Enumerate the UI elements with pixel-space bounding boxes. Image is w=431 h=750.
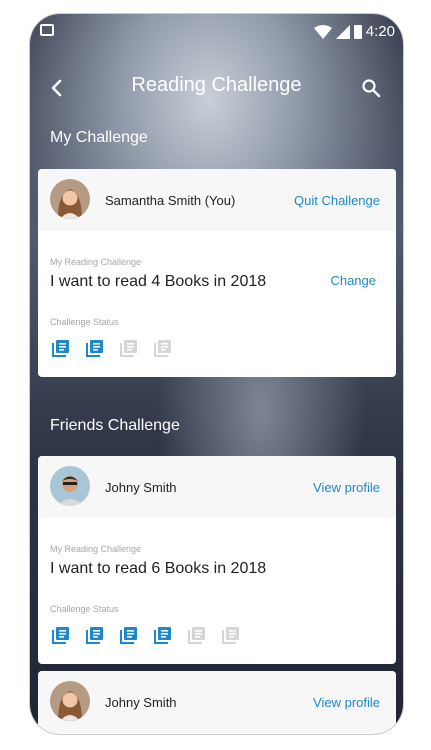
app-bar: Reading Challenge — [30, 72, 403, 112]
quit-challenge-button[interactable]: Quit Challenge — [294, 193, 380, 208]
change-button[interactable]: Change — [330, 273, 376, 288]
book-read-icon — [154, 627, 171, 644]
challenge-status-books — [52, 339, 172, 357]
goal-text: I want to read 4 Books in 2018 — [50, 273, 267, 290]
goal-text: I want to read 6 Books in 2018 — [50, 560, 267, 577]
book-read-icon — [52, 340, 69, 357]
friend-name: Johny Smith — [105, 695, 177, 710]
goal-caption: My Reading Challenge — [50, 257, 142, 267]
view-profile-button[interactable]: View profile — [313, 480, 380, 495]
status-bar: 4:20 — [30, 14, 403, 52]
card-header: Samantha Smith (You) Quit Challenge — [38, 169, 396, 231]
book-read-icon — [52, 627, 69, 644]
book-unread-icon — [120, 340, 137, 357]
book-unread-icon — [222, 627, 239, 644]
status-caption: Challenge Status — [50, 604, 119, 614]
challenge-status-books — [52, 626, 240, 644]
book-unread-icon — [154, 340, 171, 357]
book-read-icon — [86, 627, 103, 644]
goal-caption: My Reading Challenge — [50, 544, 142, 554]
battery-icon — [353, 24, 362, 39]
card-header: Johny Smith View profile — [38, 456, 396, 518]
avatar[interactable] — [50, 179, 90, 219]
friend-name: Johny Smith — [105, 480, 177, 495]
search-icon[interactable] — [361, 78, 381, 98]
signal-icon — [335, 24, 350, 39]
user-name: Samantha Smith (You) — [105, 193, 236, 208]
avatar[interactable] — [50, 466, 90, 506]
card-header: Johny Smith View profile — [38, 671, 396, 733]
book-read-icon — [86, 340, 103, 357]
phone-screen: 4:20 Reading Challenge My Challenge Sama… — [30, 14, 403, 734]
page-title: Reading Challenge — [131, 74, 302, 96]
book-unread-icon — [188, 627, 205, 644]
my-challenge-card: Samantha Smith (You) Quit Challenge My R… — [38, 169, 396, 377]
wifi-icon — [313, 24, 332, 39]
avatar[interactable] — [50, 681, 90, 721]
image-notification-icon — [40, 24, 54, 36]
status-time: 4:20 — [365, 23, 395, 40]
book-read-icon — [120, 627, 137, 644]
my-challenge-heading: My Challenge — [50, 129, 148, 146]
view-profile-button[interactable]: View profile — [313, 695, 380, 710]
friends-challenge-heading: Friends Challenge — [50, 417, 180, 434]
friend-challenge-card: Johny Smith View profile — [38, 671, 396, 734]
status-icons: 4:20 — [313, 23, 395, 40]
friend-challenge-card: Johny Smith View profile My Reading Chal… — [38, 456, 396, 664]
status-caption: Challenge Status — [50, 317, 119, 327]
